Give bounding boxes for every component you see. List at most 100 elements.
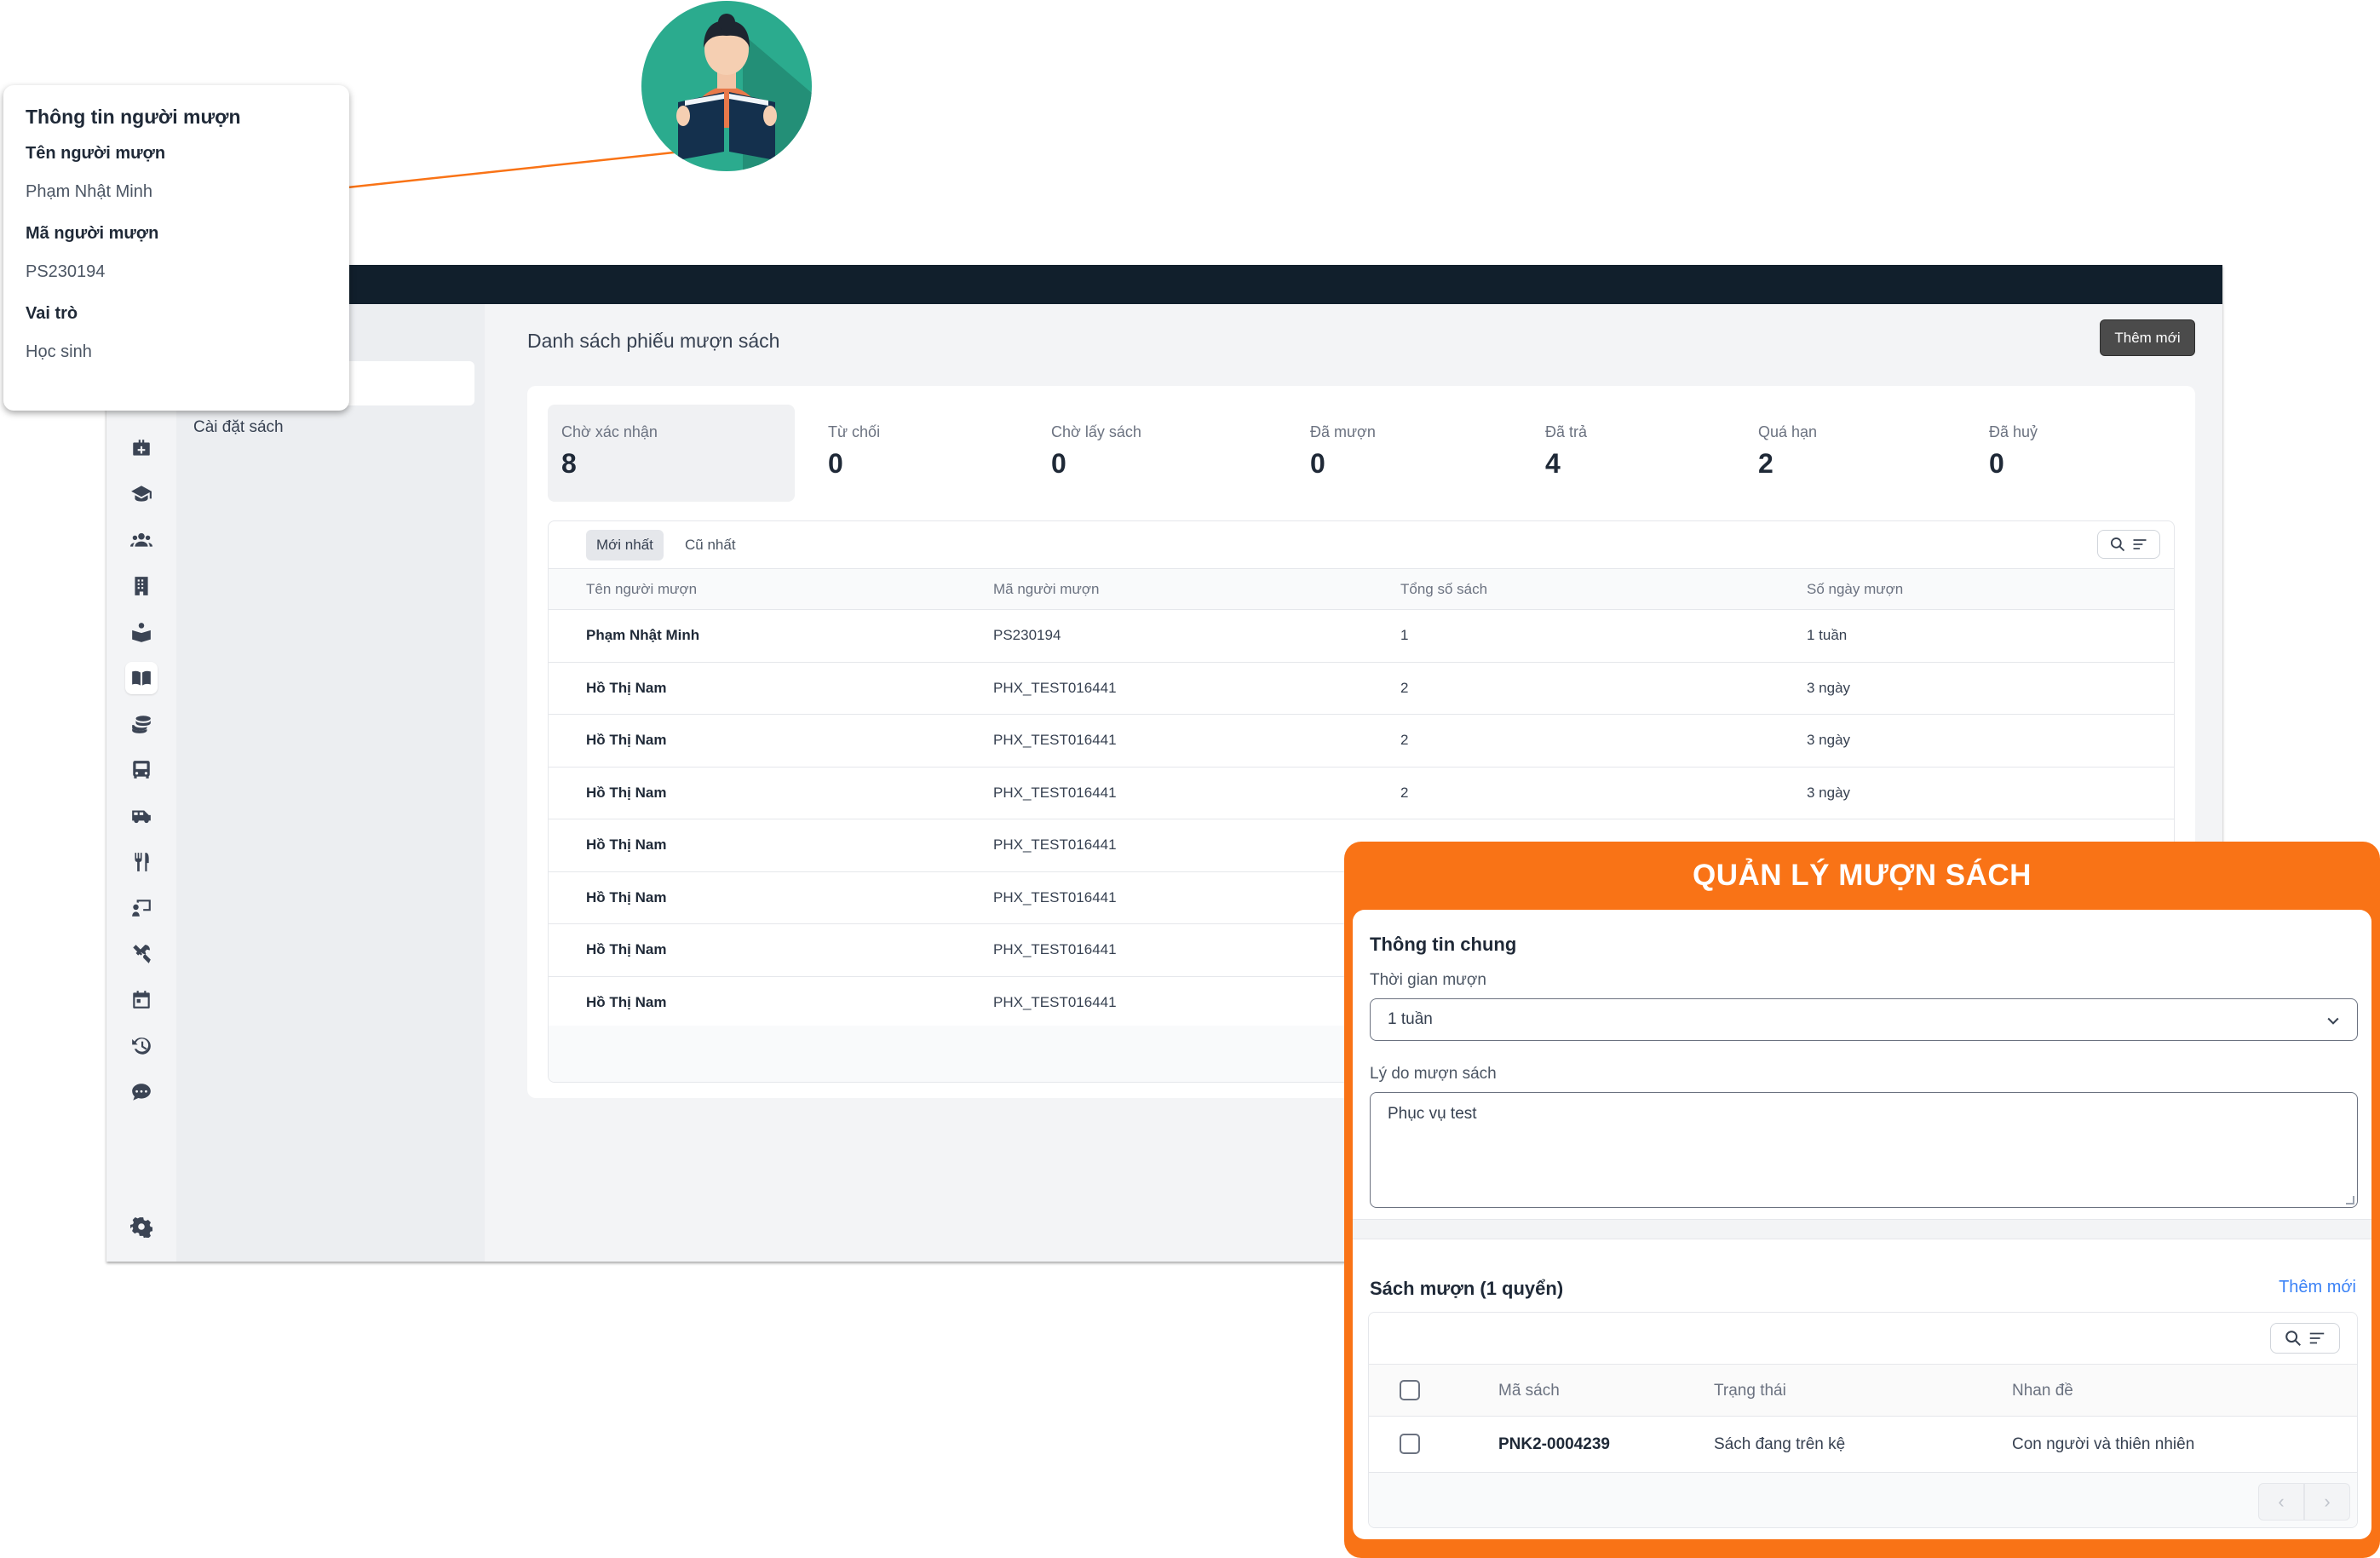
borrower-card-title: Thông tin người mượn bbox=[26, 106, 241, 128]
reason-label: Lý do mượn sách bbox=[1370, 1065, 1497, 1083]
chat-icon[interactable] bbox=[125, 1076, 158, 1108]
book-code: PNK2-0004239 bbox=[1498, 1435, 1610, 1453]
add-new-button[interactable]: Thêm mới bbox=[2100, 319, 2195, 356]
cell-borrower-id: PHX_TEST016441 bbox=[993, 836, 1117, 853]
table-header: Tên người mượn Mã người mượn Tổng số sác… bbox=[549, 569, 2174, 610]
medical-kit-icon[interactable] bbox=[125, 432, 158, 464]
sort-oldest-tab[interactable]: Cũ nhất bbox=[675, 530, 746, 561]
stat-borrowed[interactable]: Đã mượn 0 bbox=[1296, 405, 1518, 502]
prev-page-button[interactable]: ‹ bbox=[2258, 1483, 2304, 1521]
cell-borrower-id: PHX_TEST016441 bbox=[993, 888, 1117, 905]
stat-rejected[interactable]: Từ chối 0 bbox=[814, 405, 1019, 502]
cell-total-books: 2 bbox=[1400, 732, 1409, 748]
borrower-info-card: Thông tin người mượn Tên người mượn Phạm… bbox=[3, 85, 349, 411]
teacher-board-icon[interactable] bbox=[125, 892, 158, 924]
cell-total-books: 2 bbox=[1400, 679, 1409, 696]
search-filter-button[interactable] bbox=[2097, 530, 2160, 559]
stat-value: 2 bbox=[1758, 448, 1774, 479]
calendar-icon[interactable] bbox=[125, 984, 158, 1016]
books-table-footer: ‹ › bbox=[1369, 1473, 2357, 1527]
table-row[interactable]: Hồ Thị Nam PHX_TEST016441 2 3 ngày bbox=[549, 715, 2174, 768]
next-page-button[interactable]: › bbox=[2304, 1483, 2350, 1521]
column-header[interactable]: Tên người mượn bbox=[586, 581, 697, 598]
column-header[interactable]: Số ngày mượn bbox=[1807, 581, 1903, 598]
subnav-item-book-settings[interactable]: Cài đặt sách bbox=[193, 418, 284, 437]
column-header[interactable]: Nhan đề bbox=[2012, 1382, 2073, 1400]
select-all-checkbox[interactable] bbox=[1400, 1380, 1420, 1400]
panel-title: QUẢN LÝ MƯỢN SÁCH bbox=[1693, 859, 2032, 892]
cell-total-books: 1 bbox=[1400, 627, 1409, 643]
cell-borrower-name: Phạm Nhật Minh bbox=[586, 627, 700, 643]
reader-avatar-icon bbox=[641, 0, 813, 172]
books-table-header: Mã sách Trạng thái Nhan đề bbox=[1369, 1364, 2357, 1417]
filter-lines-icon bbox=[2309, 1332, 2325, 1344]
add-book-link[interactable]: Thêm mới bbox=[2279, 1278, 2356, 1297]
cell-borrower-id: PHX_TEST016441 bbox=[993, 679, 1117, 696]
borrower-name-value: Phạm Nhật Minh bbox=[26, 182, 152, 201]
coins-icon[interactable] bbox=[125, 708, 158, 740]
resize-handle[interactable] bbox=[2346, 1196, 2354, 1204]
history-icon[interactable] bbox=[125, 1030, 158, 1062]
settings-icon[interactable] bbox=[125, 1210, 158, 1243]
column-header[interactable]: Tổng số sách bbox=[1400, 581, 1487, 598]
building-icon[interactable] bbox=[125, 570, 158, 602]
stat-pending[interactable]: Chờ xác nhận 8 bbox=[548, 405, 795, 502]
graduation-cap-icon[interactable] bbox=[125, 478, 158, 510]
column-header[interactable]: Trạng thái bbox=[1714, 1382, 1786, 1400]
sort-newest-tab[interactable]: Mới nhất bbox=[586, 530, 664, 561]
cell-borrower-name: Hồ Thị Nam bbox=[586, 993, 667, 1010]
stat-returned[interactable]: Đã trả 4 bbox=[1532, 405, 1736, 502]
column-header[interactable]: Mã người mượn bbox=[993, 581, 1099, 598]
general-info-title: Thông tin chung bbox=[1370, 934, 1517, 955]
borrower-name-label: Tên người mượn bbox=[26, 144, 166, 163]
bus-icon[interactable] bbox=[125, 754, 158, 786]
reason-textarea[interactable]: Phục vụ test bbox=[1370, 1092, 2358, 1208]
reader-icon[interactable] bbox=[125, 616, 158, 648]
table-row[interactable]: Phạm Nhật Minh PS230194 1 1 tuần bbox=[549, 610, 2174, 663]
book-row[interactable]: PNK2-0004239 Sách đang trên kệ Con người… bbox=[1369, 1417, 2357, 1473]
cell-borrower-id: PHX_TEST016441 bbox=[993, 941, 1117, 957]
duration-select[interactable]: 1 tuần bbox=[1370, 998, 2358, 1041]
stat-label: Chờ xác nhận bbox=[561, 423, 658, 440]
duration-value: 1 tuần bbox=[1388, 1010, 1433, 1028]
sort-bar: Mới nhất Cũ nhất bbox=[549, 521, 2174, 569]
tools-icon[interactable] bbox=[125, 938, 158, 970]
table-row[interactable]: Hồ Thị Nam PHX_TEST016441 2 3 ngày bbox=[549, 663, 2174, 715]
stat-value: 0 bbox=[1989, 448, 2004, 479]
cell-borrower-name: Hồ Thị Nam bbox=[586, 888, 667, 905]
stat-label: Đã huỷ bbox=[1989, 423, 2038, 440]
open-book-icon[interactable] bbox=[125, 662, 158, 694]
stat-value: 0 bbox=[1051, 448, 1066, 479]
chevron-down-icon bbox=[2327, 1017, 2339, 1025]
filter-lines-icon bbox=[2133, 539, 2147, 549]
stat-label: Quá hạn bbox=[1758, 423, 1818, 440]
cell-borrower-id: PS230194 bbox=[993, 627, 1061, 643]
icon-sidebar bbox=[106, 304, 176, 1262]
stat-overdue[interactable]: Quá hạn 2 bbox=[1745, 405, 1966, 502]
cell-loan-days: 3 ngày bbox=[1807, 732, 1851, 748]
books-search-filter-button[interactable] bbox=[2270, 1323, 2340, 1354]
users-icon[interactable] bbox=[125, 524, 158, 556]
stat-cancelled[interactable]: Đã huỷ 0 bbox=[1975, 405, 2171, 502]
status-stats: Chờ xác nhận 8 Từ chối 0 Chờ lấy sách 0 … bbox=[548, 405, 2175, 502]
book-title: Con người và thiên nhiên bbox=[2012, 1435, 2195, 1453]
stat-awaiting-pickup[interactable]: Chờ lấy sách 0 bbox=[1038, 405, 1276, 502]
borrowed-books-title: Sách mượn (1 quyển) bbox=[1370, 1278, 1564, 1299]
borrowed-books-table: Mã sách Trạng thái Nhan đề PNK2-0004239 … bbox=[1368, 1312, 2358, 1528]
book-status: Sách đang trên kệ bbox=[1714, 1435, 1846, 1453]
stat-value: 0 bbox=[1310, 448, 1325, 479]
page-title: Danh sách phiếu mượn sách bbox=[527, 330, 780, 352]
van-icon[interactable] bbox=[125, 800, 158, 832]
cell-borrower-name: Hồ Thị Nam bbox=[586, 732, 667, 748]
table-row[interactable]: Hồ Thị Nam PHX_TEST016441 2 3 ngày bbox=[549, 768, 2174, 819]
stat-label: Chờ lấy sách bbox=[1051, 423, 1141, 440]
borrower-id-label: Mã người mượn bbox=[26, 224, 159, 243]
utensils-icon[interactable] bbox=[125, 846, 158, 878]
cell-loan-days: 1 tuần bbox=[1807, 627, 1848, 643]
stat-label: Đã trả bbox=[1545, 423, 1588, 440]
borrower-id-value: PS230194 bbox=[26, 262, 106, 281]
row-checkbox[interactable] bbox=[1400, 1434, 1420, 1454]
section-divider bbox=[1353, 1219, 2371, 1239]
stat-label: Đã mượn bbox=[1310, 423, 1376, 440]
column-header[interactable]: Mã sách bbox=[1498, 1382, 1560, 1400]
